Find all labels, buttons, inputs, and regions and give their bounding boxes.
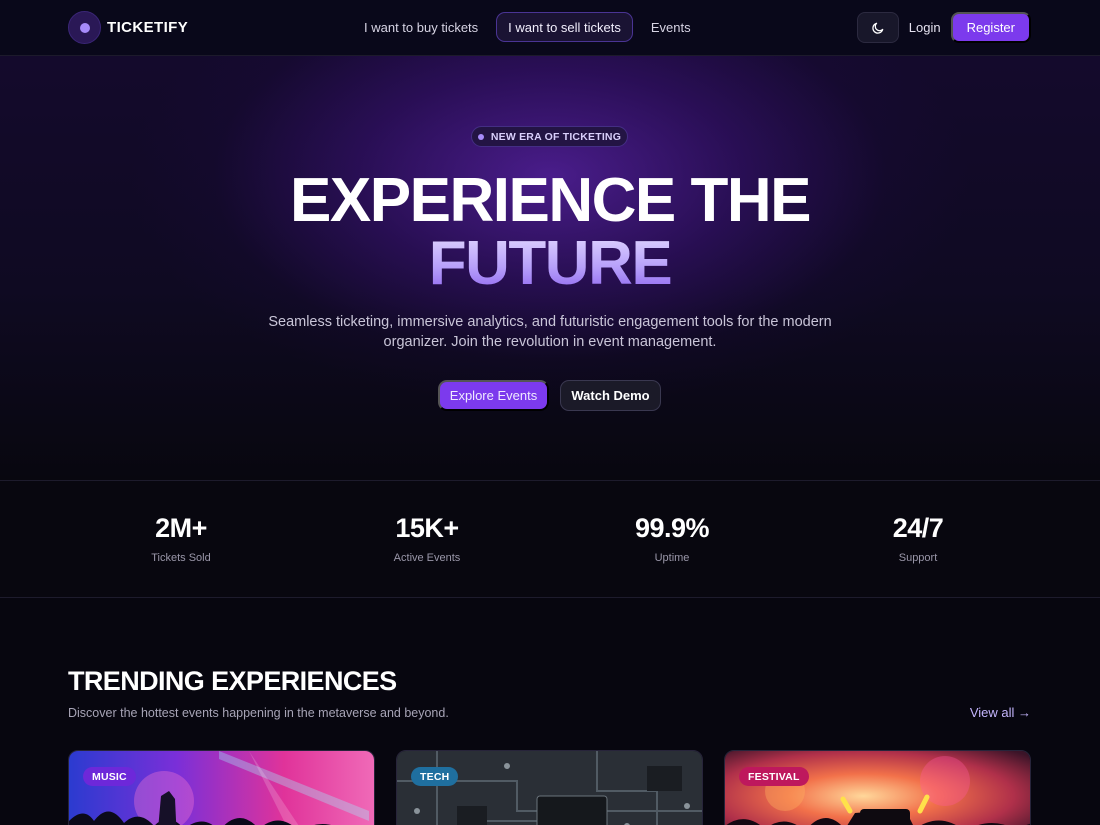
concert-image (69, 751, 374, 825)
stat-value: 2M+ (155, 513, 207, 543)
stat-value: 24/7 (892, 513, 944, 543)
hero-subtitle: Seamless ticketing, immersive analytics,… (268, 314, 832, 350)
stat-label: Uptime (654, 552, 690, 564)
card-tag: TECH (411, 767, 459, 786)
trending-subtitle: Discover the hottest events happening in… (68, 706, 449, 720)
watch-demo-button[interactable]: Watch Demo (560, 380, 661, 411)
view-all-link[interactable]: View all → (970, 705, 1031, 720)
stat-label: Active Events (393, 552, 461, 564)
hero-badge-label: NEW ERA OF TICKETING (490, 130, 622, 143)
card-tag: MUSIC (83, 767, 136, 786)
moon-icon (872, 22, 884, 34)
festival-image (725, 751, 1030, 825)
nav-links: I want to buy tickets I want to sell tic… (352, 12, 703, 42)
trending-title: TRENDING EXPERIENCES (68, 666, 397, 696)
top-navbar: TICKETIFY I want to buy tickets I want t… (0, 0, 1100, 56)
stat-value: 99.9% (634, 513, 710, 543)
hero-title-line1: EXPERIENCE THE (290, 166, 811, 235)
nav-link-events[interactable]: Events (639, 12, 703, 42)
nav-link-sell-tickets[interactable]: I want to sell tickets (496, 12, 633, 42)
hero-title-line2: FUTURE (0, 233, 1100, 295)
stat-label: Support (898, 552, 938, 564)
event-card-music[interactable]: MUSIC (68, 750, 375, 825)
theme-toggle-button[interactable] (856, 12, 899, 43)
stats-bar: 2M+ Tickets Sold 15K+ Active Events 99.9… (0, 480, 1100, 598)
explore-events-button[interactable]: Explore Events (438, 380, 549, 411)
stat-active-events: 15K+ Active Events (347, 513, 507, 565)
hero-badge: NEW ERA OF TICKETING (471, 126, 628, 147)
badge-dot-icon (477, 133, 484, 140)
stat-value: 15K+ (395, 513, 459, 543)
hero-section: NEW ERA OF TICKETING EXPERIENCE THE FUTU… (0, 56, 1100, 480)
circuit-board-image (397, 751, 702, 825)
stat-label: Tickets Sold (151, 552, 211, 564)
event-card-festival[interactable]: FESTIVAL (724, 750, 1031, 825)
event-card-tech[interactable]: TECH (396, 750, 703, 825)
card-tag: FESTIVAL (739, 767, 809, 786)
logo-icon (68, 11, 101, 44)
brand-name: TICKETIFY (107, 19, 189, 36)
stat-support: 24/7 Support (838, 513, 998, 565)
stat-tickets-sold: 2M+ Tickets Sold (101, 513, 261, 565)
stat-uptime: 99.9% Uptime (592, 513, 752, 565)
login-link[interactable]: Login (907, 20, 943, 35)
brand-logo[interactable]: TICKETIFY (68, 11, 188, 44)
register-button[interactable]: Register (950, 12, 1031, 43)
nav-link-buy-tickets[interactable]: I want to buy tickets (352, 12, 490, 42)
